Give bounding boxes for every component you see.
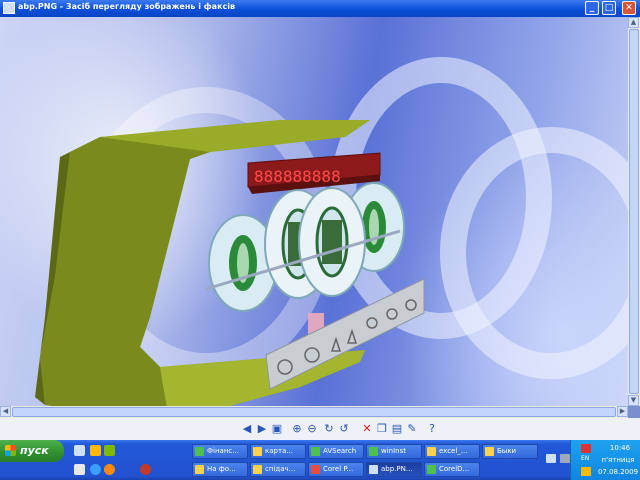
clock-time[interactable]: 10:46	[601, 444, 639, 452]
task-button[interactable]: CorelD...	[424, 462, 480, 477]
task-label: Corel P...	[323, 465, 354, 473]
image-viewer-canvas[interactable]: 888888888	[0, 17, 628, 406]
scroll-up-icon[interactable]: ▲	[628, 17, 639, 28]
viewer-toolbar: ◀ ▶ ▣ ⊕ ⊖ ↻ ↺ ✕ ❐ ▤ ✎ ?	[0, 418, 640, 440]
next-icon[interactable]: ▶	[255, 422, 269, 436]
windows-logo-icon	[5, 445, 16, 456]
rotate-cw-icon[interactable]: ↻	[322, 422, 336, 436]
close-button[interactable]: ✕	[622, 1, 636, 15]
prev-icon[interactable]: ◀	[240, 422, 254, 436]
corel-icon	[427, 465, 436, 474]
image-viewer-icon	[369, 465, 378, 474]
task-label: AVSearch	[323, 447, 357, 455]
folder-icon	[427, 447, 436, 456]
horizontal-scroll-thumb[interactable]	[12, 407, 616, 417]
window-title: abp.PNG - Засіб перегляду зображень і фа…	[18, 2, 236, 11]
task-button[interactable]: Corel P...	[308, 462, 364, 477]
task-label: карта...	[265, 447, 294, 455]
task-button[interactable]: спідач...	[250, 462, 306, 477]
maximize-button[interactable]: □	[602, 1, 616, 15]
start-label: пуск	[20, 444, 49, 457]
vertical-scrollbar[interactable]: ▲ ▼	[628, 17, 640, 406]
start-button[interactable]: пуск	[0, 440, 64, 462]
ring-center-right	[298, 187, 366, 297]
taskbar: пуск Фінанс... карта... AVSearch winInst…	[0, 440, 640, 480]
language-indicator[interactable]: EN	[581, 455, 589, 462]
folder-icon	[485, 447, 494, 456]
task-button[interactable]: AVSearch	[308, 444, 364, 459]
vertical-scroll-thumb[interactable]	[629, 29, 639, 394]
system-tray: EN 10:46 п'ятниця 07.08.2009	[570, 440, 640, 480]
scroll-down-icon[interactable]: ▼	[628, 395, 639, 406]
task-button[interactable]: На фо...	[192, 462, 248, 477]
task-button[interactable]: winInst	[366, 444, 422, 459]
folder-icon	[195, 465, 204, 474]
task-button[interactable]: Быки	[482, 444, 538, 459]
quicklaunch-icon[interactable]	[104, 445, 115, 456]
task-label: спідач...	[265, 465, 296, 473]
task-label: excel_...	[439, 447, 468, 455]
task-label: На фо...	[207, 465, 236, 473]
excel-icon	[195, 447, 204, 456]
task-label: abp.PN...	[381, 465, 413, 473]
excel-icon	[311, 447, 320, 456]
quicklaunch-icon[interactable]	[74, 464, 85, 475]
zoom-out-icon[interactable]: ⊖	[305, 422, 319, 436]
edit-icon[interactable]: ✎	[405, 422, 419, 436]
tray-icon[interactable]	[560, 454, 570, 463]
folder-icon	[253, 465, 262, 474]
tray-icon[interactable]	[546, 454, 556, 463]
clock-day: п'ятниця	[601, 456, 635, 464]
app-icon	[3, 2, 15, 14]
task-button-active[interactable]: abp.PN...	[366, 462, 422, 477]
scroll-left-icon[interactable]: ◀	[0, 406, 11, 417]
task-label: CorelD...	[439, 465, 470, 473]
task-button[interactable]: карта...	[250, 444, 306, 459]
delete-icon[interactable]: ✕	[360, 422, 374, 436]
app-icon	[369, 447, 378, 456]
folder-icon	[253, 447, 262, 456]
corel-icon	[311, 465, 320, 474]
quicklaunch-icon[interactable]	[140, 464, 151, 475]
save-icon[interactable]: ▤	[390, 422, 404, 436]
led-digits: 888888888	[254, 167, 341, 186]
task-label: Быки	[497, 447, 517, 455]
scroll-right-icon[interactable]: ▶	[617, 406, 628, 417]
flag-icon[interactable]	[581, 444, 591, 453]
copy-icon[interactable]: ❐	[375, 422, 389, 436]
help-icon[interactable]: ?	[425, 422, 439, 436]
media-icon[interactable]	[104, 464, 115, 475]
quicklaunch-icon[interactable]	[90, 445, 101, 456]
task-button[interactable]: excel_...	[424, 444, 480, 459]
task-button[interactable]: Фінанс...	[192, 444, 248, 459]
minimize-button[interactable]: _	[585, 1, 599, 15]
best-fit-icon[interactable]: ▣	[270, 422, 284, 436]
browser-icon[interactable]	[90, 464, 101, 475]
title-bar: abp.PNG - Засіб перегляду зображень і фа…	[0, 0, 640, 17]
rotate-ccw-icon[interactable]: ↺	[337, 422, 351, 436]
zoom-in-icon[interactable]: ⊕	[290, 422, 304, 436]
star-icon[interactable]	[581, 467, 591, 476]
horizontal-scrollbar[interactable]: ◀ ▶	[0, 406, 628, 418]
show-desktop-icon[interactable]	[74, 445, 85, 456]
task-label: winInst	[381, 447, 406, 455]
clock-date: 07.08.2009	[597, 468, 639, 476]
device-render: 888888888	[35, 120, 425, 406]
task-label: Фінанс...	[207, 447, 239, 455]
